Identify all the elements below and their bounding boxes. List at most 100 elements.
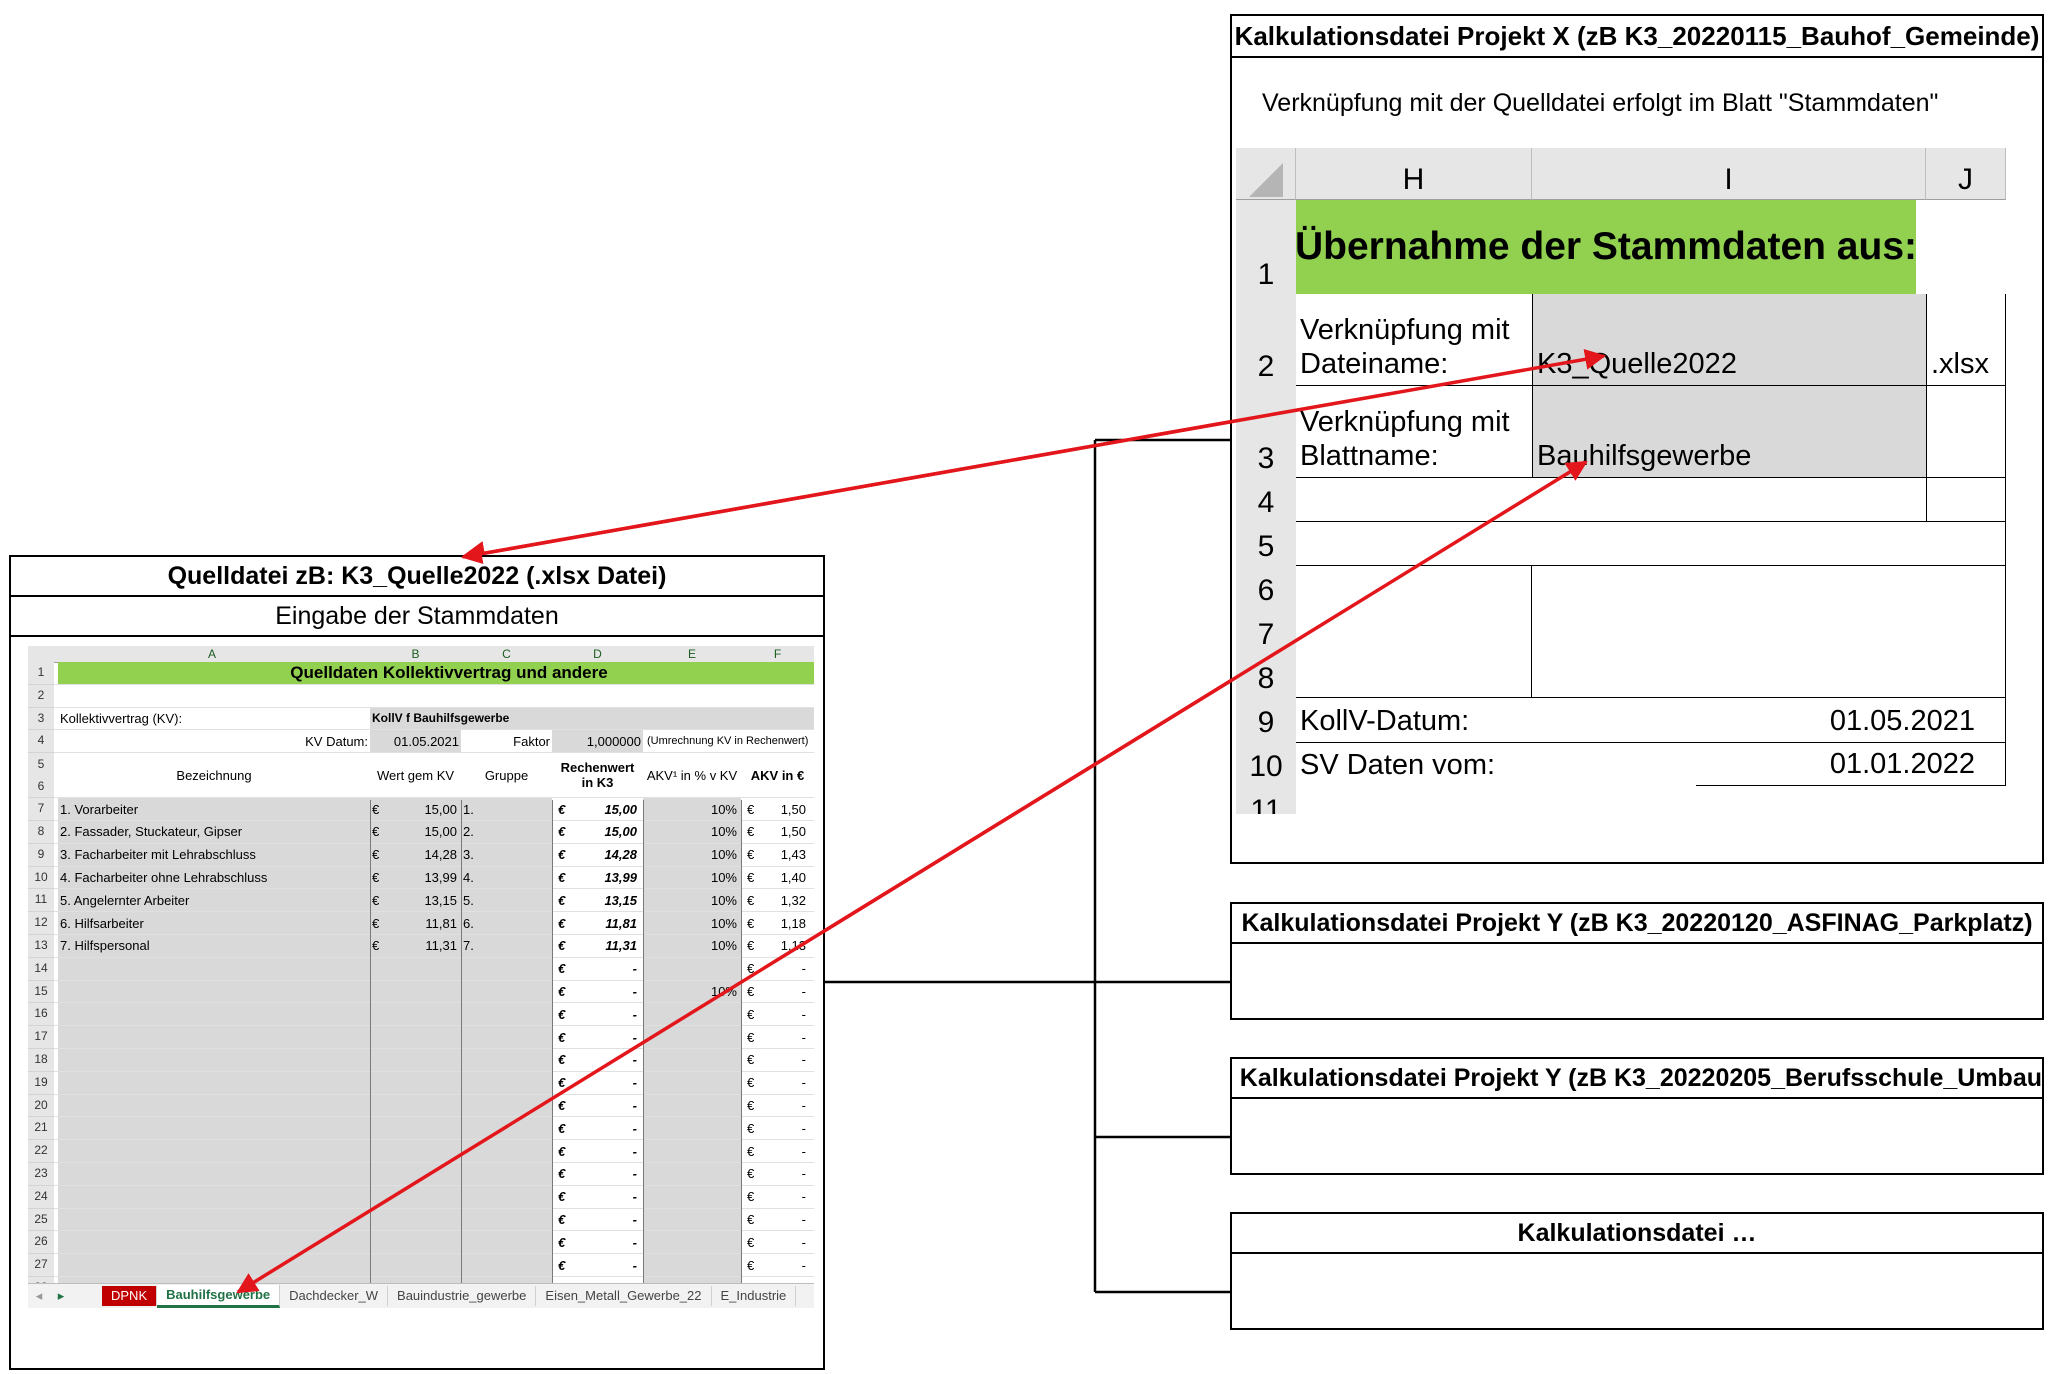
wert-cell[interactable]: 11,31 [390,934,461,957]
row-number[interactable]: 4 [1236,478,1296,522]
akv-pct-cell[interactable]: 10% [643,866,741,889]
bezeichnung-cell[interactable] [58,1185,370,1208]
wert-cell[interactable] [390,957,461,980]
sheet-link-value[interactable]: Bauhilfsgewerbe [1532,386,1926,478]
akv-pct-cell[interactable]: 10% [643,820,741,843]
row-number[interactable]: 8 [1236,654,1296,698]
bezeichnung-cell[interactable]: 2. Fassader, Stuckateur, Gipser [58,820,370,843]
bezeichnung-cell[interactable] [58,1254,370,1276]
row-number[interactable]: 7 [1236,610,1296,654]
wert-cell[interactable] [390,1003,461,1026]
kv-value[interactable]: KollV f Bauhilfsgewerbe [370,707,814,730]
row-number[interactable]: 6 [1236,566,1296,610]
akv-pct-cell[interactable] [643,1094,741,1117]
gruppe-cell[interactable]: 2. [461,820,552,843]
bezeichnung-cell[interactable] [58,1162,370,1185]
wert-cell[interactable] [390,980,461,1003]
bezeichnung-cell[interactable]: 4. Facharbeiter ohne Lehrabschluss [58,866,370,889]
gruppe-cell[interactable] [461,1162,552,1185]
akv-pct-cell[interactable] [643,1003,741,1026]
row-number[interactable]: 5 [1236,522,1296,566]
wert-cell[interactable] [390,1254,461,1276]
wert-cell[interactable] [390,1162,461,1185]
bezeichnung-cell[interactable] [58,1094,370,1117]
gruppe-cell[interactable] [461,1094,552,1117]
bezeichnung-cell[interactable] [58,1048,370,1071]
row-number[interactable]: 3 [1236,386,1296,478]
gruppe-cell[interactable] [461,1231,552,1254]
row-number[interactable]: 10 [1236,742,1296,786]
bezeichnung-cell[interactable]: 6. Hilfsarbeiter [58,912,370,934]
bezeichnung-cell[interactable]: 7. Hilfspersonal [58,934,370,957]
gruppe-cell[interactable] [461,1208,552,1231]
col-header-e[interactable]: E [643,646,742,663]
col-header-i[interactable]: I [1532,148,1926,200]
gruppe-cell[interactable]: 7. [461,934,552,957]
kollv-value[interactable]: 01.05.2021 [1696,698,2006,742]
tab-next-icon[interactable]: ▸ [50,1288,72,1304]
akv-pct-cell[interactable] [643,1048,741,1071]
tab-bauhilfsgewerbe[interactable]: Bauhilfsgewerbe [157,1284,281,1308]
col-header-d[interactable]: D [552,646,644,663]
bezeichnung-cell[interactable] [58,1231,370,1254]
gruppe-cell[interactable]: 1. [461,798,552,820]
col-header-a[interactable]: A [54,646,371,663]
gruppe-cell[interactable] [461,1254,552,1276]
wert-cell[interactable] [390,1185,461,1208]
gruppe-cell[interactable] [461,957,552,980]
file-link-value[interactable]: K3_Quelle2022 [1532,294,1926,386]
bezeichnung-cell[interactable] [58,1140,370,1162]
row-number[interactable]: 9 [1236,698,1296,742]
bezeichnung-cell[interactable] [58,1071,370,1094]
gruppe-cell[interactable] [461,1003,552,1026]
bezeichnung-cell[interactable] [58,1117,370,1140]
tab-prev-icon[interactable]: ◂ [28,1288,50,1304]
gruppe-cell[interactable] [461,1117,552,1140]
akv-pct-cell[interactable]: 10% [643,889,741,912]
tab-eisen-metall[interactable]: Eisen_Metall_Gewerbe_22 [536,1286,712,1306]
gruppe-cell[interactable]: 6. [461,912,552,934]
akv-pct-cell[interactable] [643,1208,741,1231]
bezeichnung-cell[interactable]: 3. Facharbeiter mit Lehrabschluss [58,843,370,866]
col-header-b[interactable]: B [370,646,462,663]
gruppe-cell[interactable]: 3. [461,843,552,866]
gruppe-cell[interactable] [461,1048,552,1071]
gruppe-cell[interactable]: 5. [461,889,552,912]
gruppe-cell[interactable] [461,1026,552,1048]
col-header-h[interactable]: H [1296,148,1532,200]
col-header-j[interactable]: J [1926,148,2006,200]
bezeichnung-cell[interactable] [58,1208,370,1231]
wert-cell[interactable] [390,1208,461,1231]
akv-pct-cell[interactable] [643,1231,741,1254]
faktor-value[interactable]: 1,000000 [552,730,643,753]
wert-cell[interactable] [390,1117,461,1140]
akv-pct-cell[interactable] [643,1140,741,1162]
row-number[interactable]: 2 [1236,294,1296,386]
wert-cell[interactable]: 15,00 [390,798,461,820]
bezeichnung-cell[interactable] [58,980,370,1003]
bezeichnung-cell[interactable] [58,1026,370,1048]
gruppe-cell[interactable] [461,1071,552,1094]
gruppe-cell[interactable] [461,1185,552,1208]
akv-pct-cell[interactable] [643,1162,741,1185]
wert-cell[interactable]: 11,81 [390,912,461,934]
col-header-c[interactable]: C [461,646,553,663]
akv-pct-cell[interactable] [643,1026,741,1048]
wert-cell[interactable]: 13,99 [390,866,461,889]
akv-pct-cell[interactable]: 10% [643,912,741,934]
gruppe-cell[interactable] [461,1140,552,1162]
wert-cell[interactable] [390,1048,461,1071]
akv-pct-cell[interactable] [643,1117,741,1140]
wert-cell[interactable] [390,1094,461,1117]
wert-cell[interactable]: 14,28 [390,843,461,866]
select-all-icon[interactable] [1248,163,1283,197]
akv-pct-cell[interactable] [643,1254,741,1276]
akv-pct-cell[interactable] [643,1185,741,1208]
akv-pct-cell[interactable] [643,1071,741,1094]
tab-dachdecker[interactable]: Dachdecker_W [280,1286,389,1306]
bezeichnung-cell[interactable]: 1. Vorarbeiter [58,798,370,820]
gruppe-cell[interactable]: 4. [461,866,552,889]
row-number[interactable]: 1 [1236,200,1296,294]
bezeichnung-cell[interactable]: 5. Angelernter Arbeiter [58,889,370,912]
wert-cell[interactable] [390,1026,461,1048]
